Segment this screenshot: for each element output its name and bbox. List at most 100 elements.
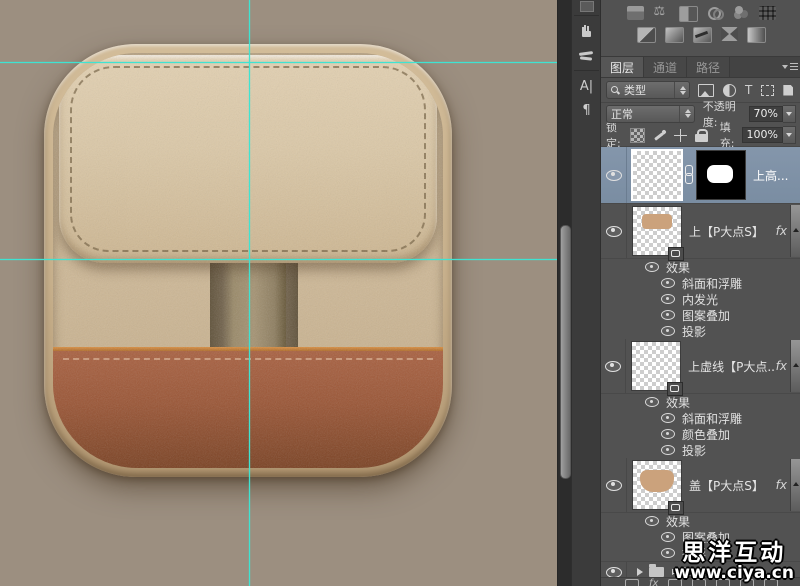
layer-thumbnail[interactable] [632, 150, 682, 200]
fx-badge[interactable]: fx [776, 359, 787, 373]
eye-icon[interactable] [661, 429, 675, 439]
adjustment-threshold-icon[interactable] [693, 27, 712, 43]
tab-channels[interactable]: 通道 [644, 57, 687, 77]
opacity-combo[interactable]: 70% [749, 106, 796, 122]
filter-adjustment-layers-icon[interactable] [723, 84, 736, 97]
filter-kind-dropdown[interactable]: 类型 [606, 81, 690, 99]
mask-link-icon[interactable] [684, 165, 694, 185]
effect-row[interactable]: 斜面和浮雕 [601, 275, 800, 291]
collapse-effects-icon[interactable] [790, 459, 800, 511]
effect-row[interactable]: 投影 [601, 323, 800, 339]
visibility-cell[interactable] [601, 147, 627, 203]
layer-row[interactable]: 上虚线【P大点... fx [601, 339, 800, 394]
tab-layers[interactable]: 图层 [601, 57, 644, 77]
adjustment-channel-mixer-icon[interactable] [707, 6, 724, 20]
adjustment-selective-color-icon[interactable] [721, 27, 738, 41]
effects-header-row[interactable]: 效果 [601, 259, 800, 275]
layer-mask-thumbnail[interactable] [696, 150, 746, 200]
adjustment-black-white-icon[interactable] [679, 6, 698, 22]
layer-row[interactable]: 盖【P大点S】 fx [601, 458, 800, 513]
document-canvas[interactable] [0, 0, 557, 586]
layer-row-selected[interactable]: 上高... [601, 147, 800, 204]
layer-name[interactable]: 上虚线【P大点... [688, 358, 776, 375]
layer-name[interactable]: 盖【P大点S】 [689, 477, 764, 494]
eye-icon[interactable] [661, 413, 675, 423]
eye-icon[interactable] [606, 567, 622, 578]
layer-thumbnail[interactable] [632, 460, 682, 510]
dock-button-brush-panel[interactable] [572, 19, 601, 43]
effect-row[interactable]: 图案叠加 [601, 307, 800, 323]
link-layers-icon[interactable] [625, 579, 639, 586]
filter-shape-layers-icon[interactable] [761, 85, 774, 96]
filter-smart-objects-icon[interactable] [783, 85, 793, 96]
effects-header-row[interactable]: 效果 [601, 394, 800, 410]
opacity-dropdown-icon[interactable] [783, 105, 796, 123]
eye-icon[interactable] [605, 361, 621, 372]
eye-icon[interactable] [606, 480, 622, 491]
effect-row[interactable]: 投影 [601, 442, 800, 458]
panel-menu-icon[interactable] [782, 61, 798, 73]
adjustment-levels-icon[interactable] [627, 6, 644, 20]
adjustment-gradient-map-icon[interactable] [747, 27, 766, 43]
expand-triangle-icon[interactable] [637, 568, 643, 576]
canvas-vertical-scrollbar[interactable] [557, 0, 572, 586]
lock-transparency-icon[interactable] [630, 128, 645, 143]
eye-icon[interactable] [661, 326, 675, 336]
effect-row[interactable]: 斜面和浮雕 [601, 410, 800, 426]
dock-button-character-panel[interactable]: A| [572, 74, 601, 98]
vertical-guide[interactable] [249, 0, 250, 586]
eye-icon[interactable] [606, 226, 622, 237]
effect-row[interactable]: 颜色叠加 [601, 426, 800, 442]
effects-header-label: 效果 [666, 394, 690, 411]
eye-icon[interactable] [661, 548, 675, 558]
fx-badge[interactable]: fx [776, 478, 787, 492]
eye-icon[interactable] [661, 445, 675, 455]
dock-button-paragraph-panel[interactable]: ¶ [572, 98, 601, 122]
fx-badge[interactable]: fx [776, 224, 787, 238]
layer-row[interactable]: 上【P大点S】 fx [601, 204, 800, 259]
blend-mode-dropdown[interactable]: 正常 [606, 105, 695, 123]
eye-icon[interactable] [661, 532, 675, 542]
layer-name[interactable]: 上高... [753, 167, 788, 184]
lock-all-icon[interactable] [695, 129, 708, 142]
dock-button-brush-presets[interactable] [572, 43, 601, 67]
layer-name[interactable]: 上【P大点S】 [689, 223, 764, 240]
fill-value[interactable]: 100% [742, 127, 783, 143]
layer-style-icon[interactable]: fx [649, 579, 658, 586]
effect-row[interactable]: 内发光 [601, 291, 800, 307]
eye-icon[interactable] [645, 397, 659, 407]
filter-type-layers-icon[interactable]: T [745, 84, 752, 96]
scrollbar-thumb[interactable] [560, 225, 571, 479]
dock-button-partial[interactable] [572, 0, 601, 12]
horizontal-guide-middle[interactable] [0, 259, 557, 260]
lock-position-icon[interactable] [674, 129, 687, 142]
collapse-effects-icon[interactable] [790, 205, 800, 257]
visibility-cell[interactable] [601, 458, 627, 512]
eye-icon[interactable] [661, 294, 675, 304]
adjustments-panel [601, 0, 800, 57]
filter-pixel-layers-icon[interactable] [698, 84, 714, 97]
fill-combo[interactable]: 100% [742, 127, 796, 143]
eye-icon[interactable] [645, 516, 659, 526]
adjustment-color-balance-icon[interactable] [653, 6, 670, 20]
eye-icon[interactable] [606, 170, 622, 181]
adjustment-color-lookup-icon[interactable] [733, 6, 750, 20]
visibility-cell[interactable] [601, 339, 626, 393]
effects-header-label: 效果 [666, 259, 690, 276]
layer-thumbnail[interactable] [632, 206, 682, 256]
opacity-value[interactable]: 70% [749, 106, 783, 122]
eye-icon[interactable] [645, 262, 659, 272]
horizontal-guide-top[interactable] [0, 62, 557, 63]
fill-dropdown-icon[interactable] [783, 126, 796, 144]
eye-icon[interactable] [661, 310, 675, 320]
tab-paths[interactable]: 路径 [687, 57, 730, 77]
adjustment-invert-icon[interactable] [637, 27, 656, 43]
layer-thumbnail[interactable] [631, 341, 681, 391]
effects-header-row[interactable]: 效果 [601, 513, 800, 529]
eye-icon[interactable] [661, 278, 675, 288]
visibility-cell[interactable] [601, 204, 627, 258]
lock-pixels-icon[interactable] [653, 129, 666, 142]
adjustment-photo-filter-icon[interactable] [759, 6, 776, 20]
collapse-effects-icon[interactable] [790, 340, 800, 392]
adjustment-posterize-icon[interactable] [665, 27, 684, 43]
